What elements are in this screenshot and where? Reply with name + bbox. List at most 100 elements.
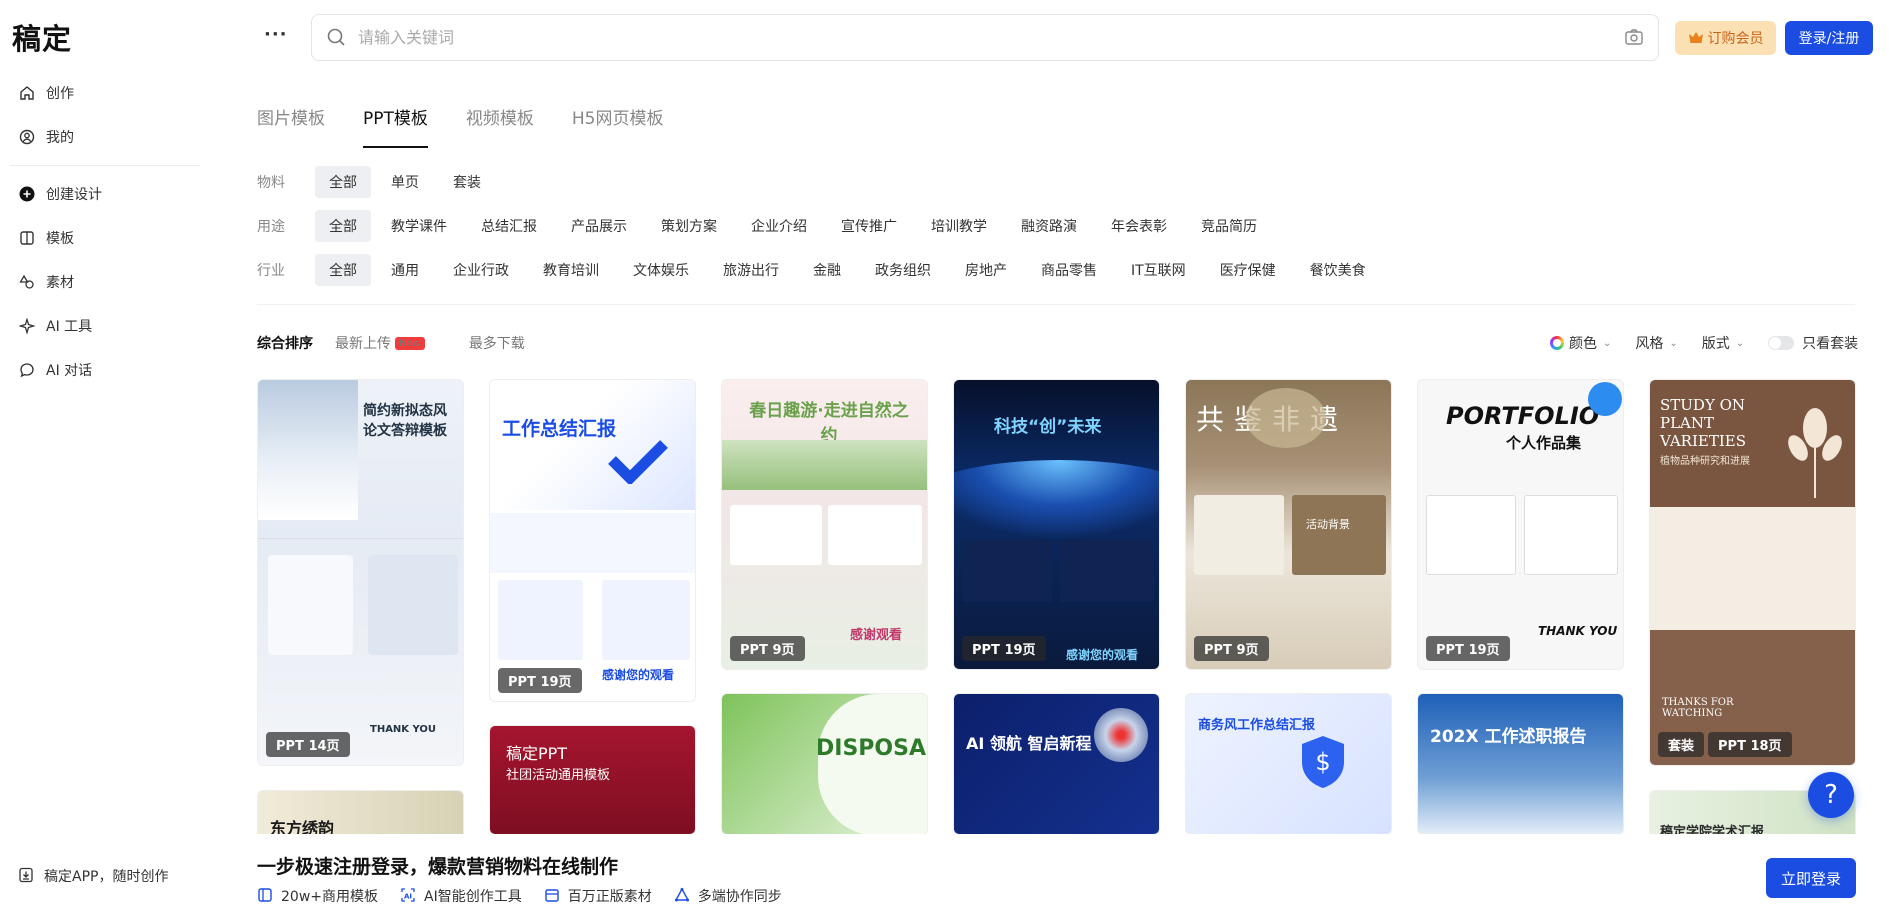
card-subtitle: 社团活动通用模板 (506, 768, 611, 783)
filter-chip[interactable]: 医疗保健 (1206, 254, 1290, 286)
template-card[interactable]: 东方绣韵 (257, 790, 464, 834)
filter-chip[interactable]: 单页 (377, 166, 433, 198)
checkmark-icon (608, 440, 668, 486)
filter-chip[interactable]: 教育培训 (529, 254, 613, 286)
chevron-down-icon: ⌄ (1603, 337, 1612, 349)
card-slide-preview (268, 555, 353, 655)
camera-icon[interactable] (1624, 27, 1646, 49)
filter-chip[interactable]: 产品展示 (557, 210, 641, 242)
template-card[interactable]: PORTFOLIO 个人作品集 THANK YOU PPT 19页 (1417, 379, 1624, 670)
card-thumbnail-robot (1094, 708, 1148, 762)
template-card[interactable]: 工作总结汇报 感谢您的观看 PPT 19页 (489, 379, 696, 702)
sidebar-item-label: 素材 (46, 275, 74, 291)
tab-image-templates[interactable]: 图片模板 (257, 104, 325, 146)
filter-chip[interactable]: 融资路演 (1007, 210, 1091, 242)
tab-ppt-templates[interactable]: PPT模板 (363, 104, 428, 148)
page-count-badge: PPT 9页 (1194, 636, 1269, 661)
only-sets-label: 只看套装 (1802, 336, 1859, 352)
filter-chip[interactable]: 总结汇报 (467, 210, 551, 242)
sort-latest-label: 最新上传 (335, 336, 391, 352)
login-now-button[interactable]: 立即登录 (1766, 858, 1856, 898)
filter-chip[interactable]: 房地产 (951, 254, 1021, 286)
search-icon (326, 27, 348, 49)
template-icon (257, 887, 275, 905)
vip-subscribe-button[interactable]: 订购会员 (1675, 21, 1776, 55)
new-badge: New (395, 337, 425, 350)
template-card[interactable]: 共鉴非遗 活动背景 PPT 9页 (1185, 379, 1392, 670)
filter-chip[interactable]: 策划方案 (647, 210, 731, 242)
card-thumbnail-landscape (1246, 388, 1326, 448)
card-extra-text: 感谢您的观看 (602, 668, 675, 682)
filter-chip[interactable]: 餐饮美食 (1296, 254, 1380, 286)
feature-label: 20w+商用模板 (281, 889, 378, 905)
svg-text:AI: AI (404, 893, 412, 901)
search-input[interactable] (358, 28, 1588, 47)
template-card[interactable]: AI 领航 智启新程 (953, 693, 1160, 834)
filter-chip[interactable]: 宣传推广 (827, 210, 911, 242)
toggle-switch[interactable] (1768, 336, 1795, 350)
filter-chip[interactable]: 培训教学 (917, 210, 1001, 242)
template-card[interactable]: DISPOSAL (721, 693, 928, 834)
sort-comprehensive[interactable]: 综合排序 (257, 333, 313, 353)
filter-chip[interactable]: 年会表彰 (1097, 210, 1181, 242)
filter-chip[interactable]: 商品零售 (1027, 254, 1111, 286)
tab-h5-templates[interactable]: H5网页模板 (572, 104, 664, 146)
filter-chip[interactable]: 文体娱乐 (619, 254, 703, 286)
help-button[interactable]: ? (1808, 772, 1854, 818)
filter-chip[interactable]: 套装 (439, 166, 495, 198)
sidebar-item-ai-chat[interactable]: AI 对话 (0, 348, 206, 392)
sidebar-item-templates[interactable]: 模板 (0, 216, 206, 260)
card-title: PORTFOLIO (1446, 402, 1600, 430)
set-badge: 套装 (1658, 732, 1705, 757)
more-menu-button[interactable]: ··· (264, 24, 288, 45)
filter-chip[interactable]: 企业行政 (439, 254, 523, 286)
filter-chip[interactable]: 全部 (315, 254, 371, 286)
page-count-badge: PPT 9页 (730, 636, 805, 661)
sidebar-item-ai-tools[interactable]: AI 工具 (0, 304, 206, 348)
login-register-button[interactable]: 登录/注册 (1785, 21, 1873, 55)
template-card[interactable]: STUDY ON PLANT VARIETIES 植物品种研究和进展 THANK… (1649, 379, 1856, 766)
template-card[interactable]: 202X 工作述职报告 (1417, 693, 1624, 834)
filter-chip[interactable]: 通用 (377, 254, 433, 286)
feature-item: 多端协作同步 (674, 886, 782, 906)
tab-video-templates[interactable]: 视频模板 (466, 104, 534, 146)
sort-most-downloaded[interactable]: 最多下载 (469, 333, 525, 353)
filter-chip[interactable]: 企业介绍 (737, 210, 821, 242)
sidebar-item-mine[interactable]: 我的 (0, 115, 206, 159)
card-slide-preview (368, 555, 458, 655)
filter-chip[interactable]: 全部 (315, 166, 371, 198)
filter-chip[interactable]: IT互联网 (1117, 254, 1200, 286)
page-count-badge: PPT 19页 (962, 636, 1046, 661)
feature-item: 20w+商用模板 (257, 886, 378, 906)
filter-chip[interactable]: 旅游出行 (709, 254, 793, 286)
layout-filter-dropdown[interactable]: 版式 ⌄ (1702, 333, 1744, 353)
app-download-promo[interactable]: 稿定APP，随时创作 (18, 866, 168, 886)
filter-chip[interactable]: 教学课件 (377, 210, 461, 242)
svg-text:$: $ (1315, 748, 1330, 776)
card-subtitle: 植物品种研究和进展 (1660, 456, 1750, 467)
only-sets-toggle[interactable]: 只看套装 (1768, 333, 1858, 353)
template-card[interactable]: 科技“创”未来 感谢您的观看 PPT 19页 (953, 379, 1160, 670)
sidebar-item-materials[interactable]: 素材 (0, 260, 206, 304)
sort-latest[interactable]: 最新上传 New (335, 333, 447, 353)
filter-chip[interactable]: 政务组织 (861, 254, 945, 286)
template-card[interactable]: 简约新拟态风论文答辩模板 THANK YOU PPT 14页 (257, 379, 464, 766)
chevron-down-icon: ⌄ (1669, 337, 1678, 349)
sidebar-item-create-design[interactable]: 创建设计 (0, 172, 206, 216)
color-filter-dropdown[interactable]: 颜色 ⌄ (1550, 333, 1611, 353)
template-card[interactable]: 商务风工作总结汇报 $ (1185, 693, 1392, 834)
color-wheel-icon (1550, 336, 1564, 350)
card-title: 春日趣游·走进自然之约 (749, 401, 909, 446)
card-extra-text: 活动背景 (1306, 518, 1350, 531)
sort-options: 综合排序 最新上传 New 最多下载 (257, 333, 547, 353)
template-card[interactable]: 春日趣游·走进自然之约 感谢观看 PPT 9页 (721, 379, 928, 670)
filter-chip[interactable]: 竞品简历 (1187, 210, 1271, 242)
template-card[interactable]: 稿定PPT 社团活动通用模板 (489, 725, 696, 834)
sidebar-item-create[interactable]: 创作 (0, 71, 206, 115)
app-logo[interactable]: 稿定 (12, 16, 72, 58)
style-filter-dropdown[interactable]: 风格 ⌄ (1635, 333, 1677, 353)
filter-chip[interactable]: 金融 (799, 254, 855, 286)
app-promo-label: 稿定APP，随时创作 (44, 869, 169, 885)
filter-chip[interactable]: 全部 (315, 210, 371, 242)
card-subtitle: 个人作品集 (1506, 434, 1582, 452)
